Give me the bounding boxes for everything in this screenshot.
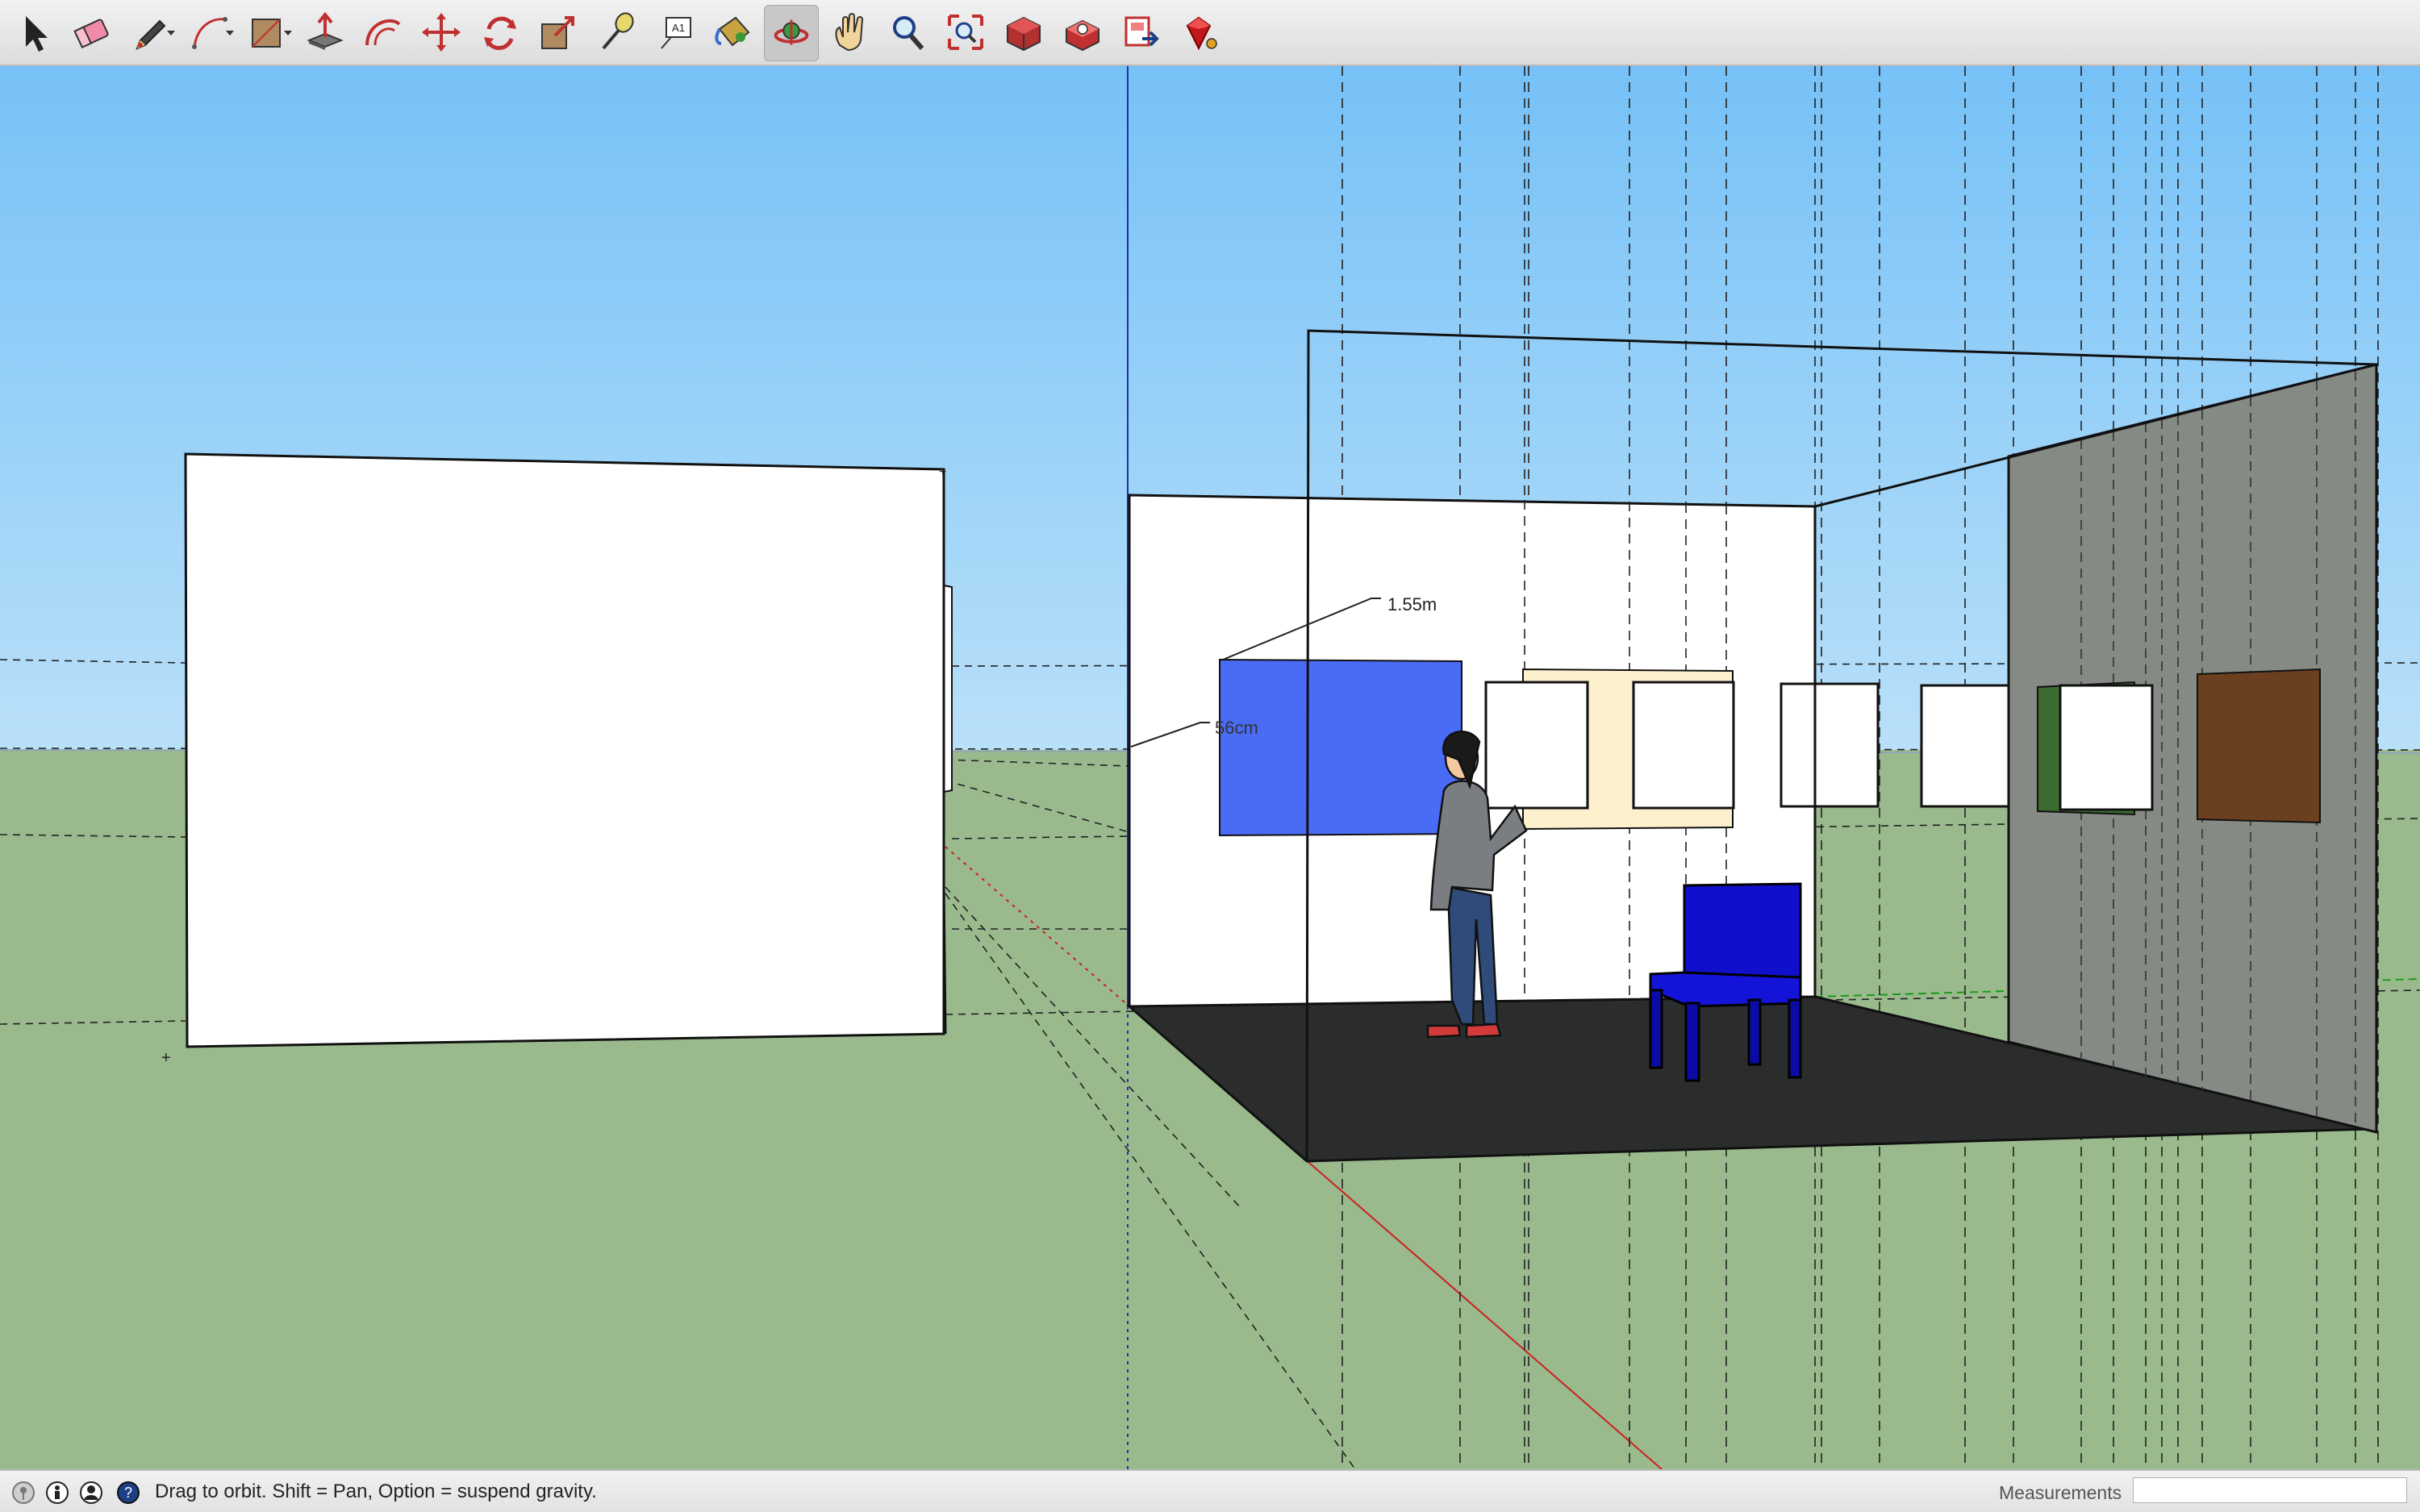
chevron-down-icon[interactable] (282, 27, 294, 39)
measurements-input[interactable] (2133, 1477, 2407, 1503)
measurements-label: Measurements (1999, 1482, 2122, 1503)
tool-select-button[interactable] (6, 5, 61, 61)
tool-tape-measure-button[interactable] (589, 5, 644, 61)
tool-text-button[interactable]: A1 (647, 5, 702, 61)
tool-rotate-button[interactable] (473, 5, 528, 61)
blue-panel[interactable] (1219, 658, 1462, 837)
scene-canvas[interactable]: + + 1.55m 56cm (0, 66, 2420, 1469)
toolbar: A1 (0, 0, 2420, 66)
freestanding-wall[interactable]: + + (161, 452, 953, 1067)
dimension-label-1-55m: 1.55m (1387, 594, 1437, 614)
white-frame-side[interactable] (2059, 684, 2154, 811)
tool-line-button[interactable] (123, 5, 177, 61)
tool-arc-button[interactable] (182, 5, 236, 61)
chevron-down-icon[interactable] (165, 27, 177, 39)
tool-send-to-layout-button[interactable] (1113, 5, 1168, 61)
dimension-label-56cm: 56cm (1215, 718, 1258, 738)
tool-extension-warehouse-button[interactable] (1055, 5, 1110, 61)
tool-move-button[interactable] (414, 5, 469, 61)
svg-text:+: + (939, 465, 946, 479)
tool-pan-button[interactable] (822, 5, 877, 61)
tool-scale-button[interactable] (531, 5, 586, 61)
user-account-icon[interactable] (79, 1481, 103, 1505)
model-viewport[interactable]: + + 1.55m 56cm (0, 66, 2420, 1469)
geo-location-icon[interactable] (11, 1481, 35, 1505)
svg-text:?: ? (124, 1485, 132, 1501)
tool-push-pull-button[interactable] (298, 5, 353, 61)
brown-panel[interactable] (2197, 668, 2321, 824)
status-message: Drag to orbit. Shift = Pan, Option = sus… (155, 1481, 597, 1502)
tool-eraser-button[interactable] (65, 5, 119, 61)
tool-zoom-button[interactable] (880, 5, 935, 61)
tool-orbit-button[interactable] (763, 5, 819, 61)
help-icon[interactable]: ? (116, 1481, 140, 1505)
tool-offset-button[interactable] (356, 5, 411, 61)
status-bar: ? Drag to orbit. Shift = Pan, Option = s… (0, 1469, 2420, 1512)
tool-zoom-extents-button[interactable] (938, 5, 993, 61)
svg-text:A1: A1 (672, 22, 685, 34)
svg-text:+: + (161, 1049, 171, 1067)
tool-3d-warehouse-button[interactable] (996, 5, 1051, 61)
tool-paint-bucket-button[interactable] (705, 5, 760, 61)
chevron-down-icon[interactable] (224, 27, 236, 39)
tool-ruby-console-button[interactable] (1171, 5, 1226, 61)
tool-rectangle-button[interactable] (240, 5, 294, 61)
credits-icon[interactable] (45, 1481, 69, 1505)
